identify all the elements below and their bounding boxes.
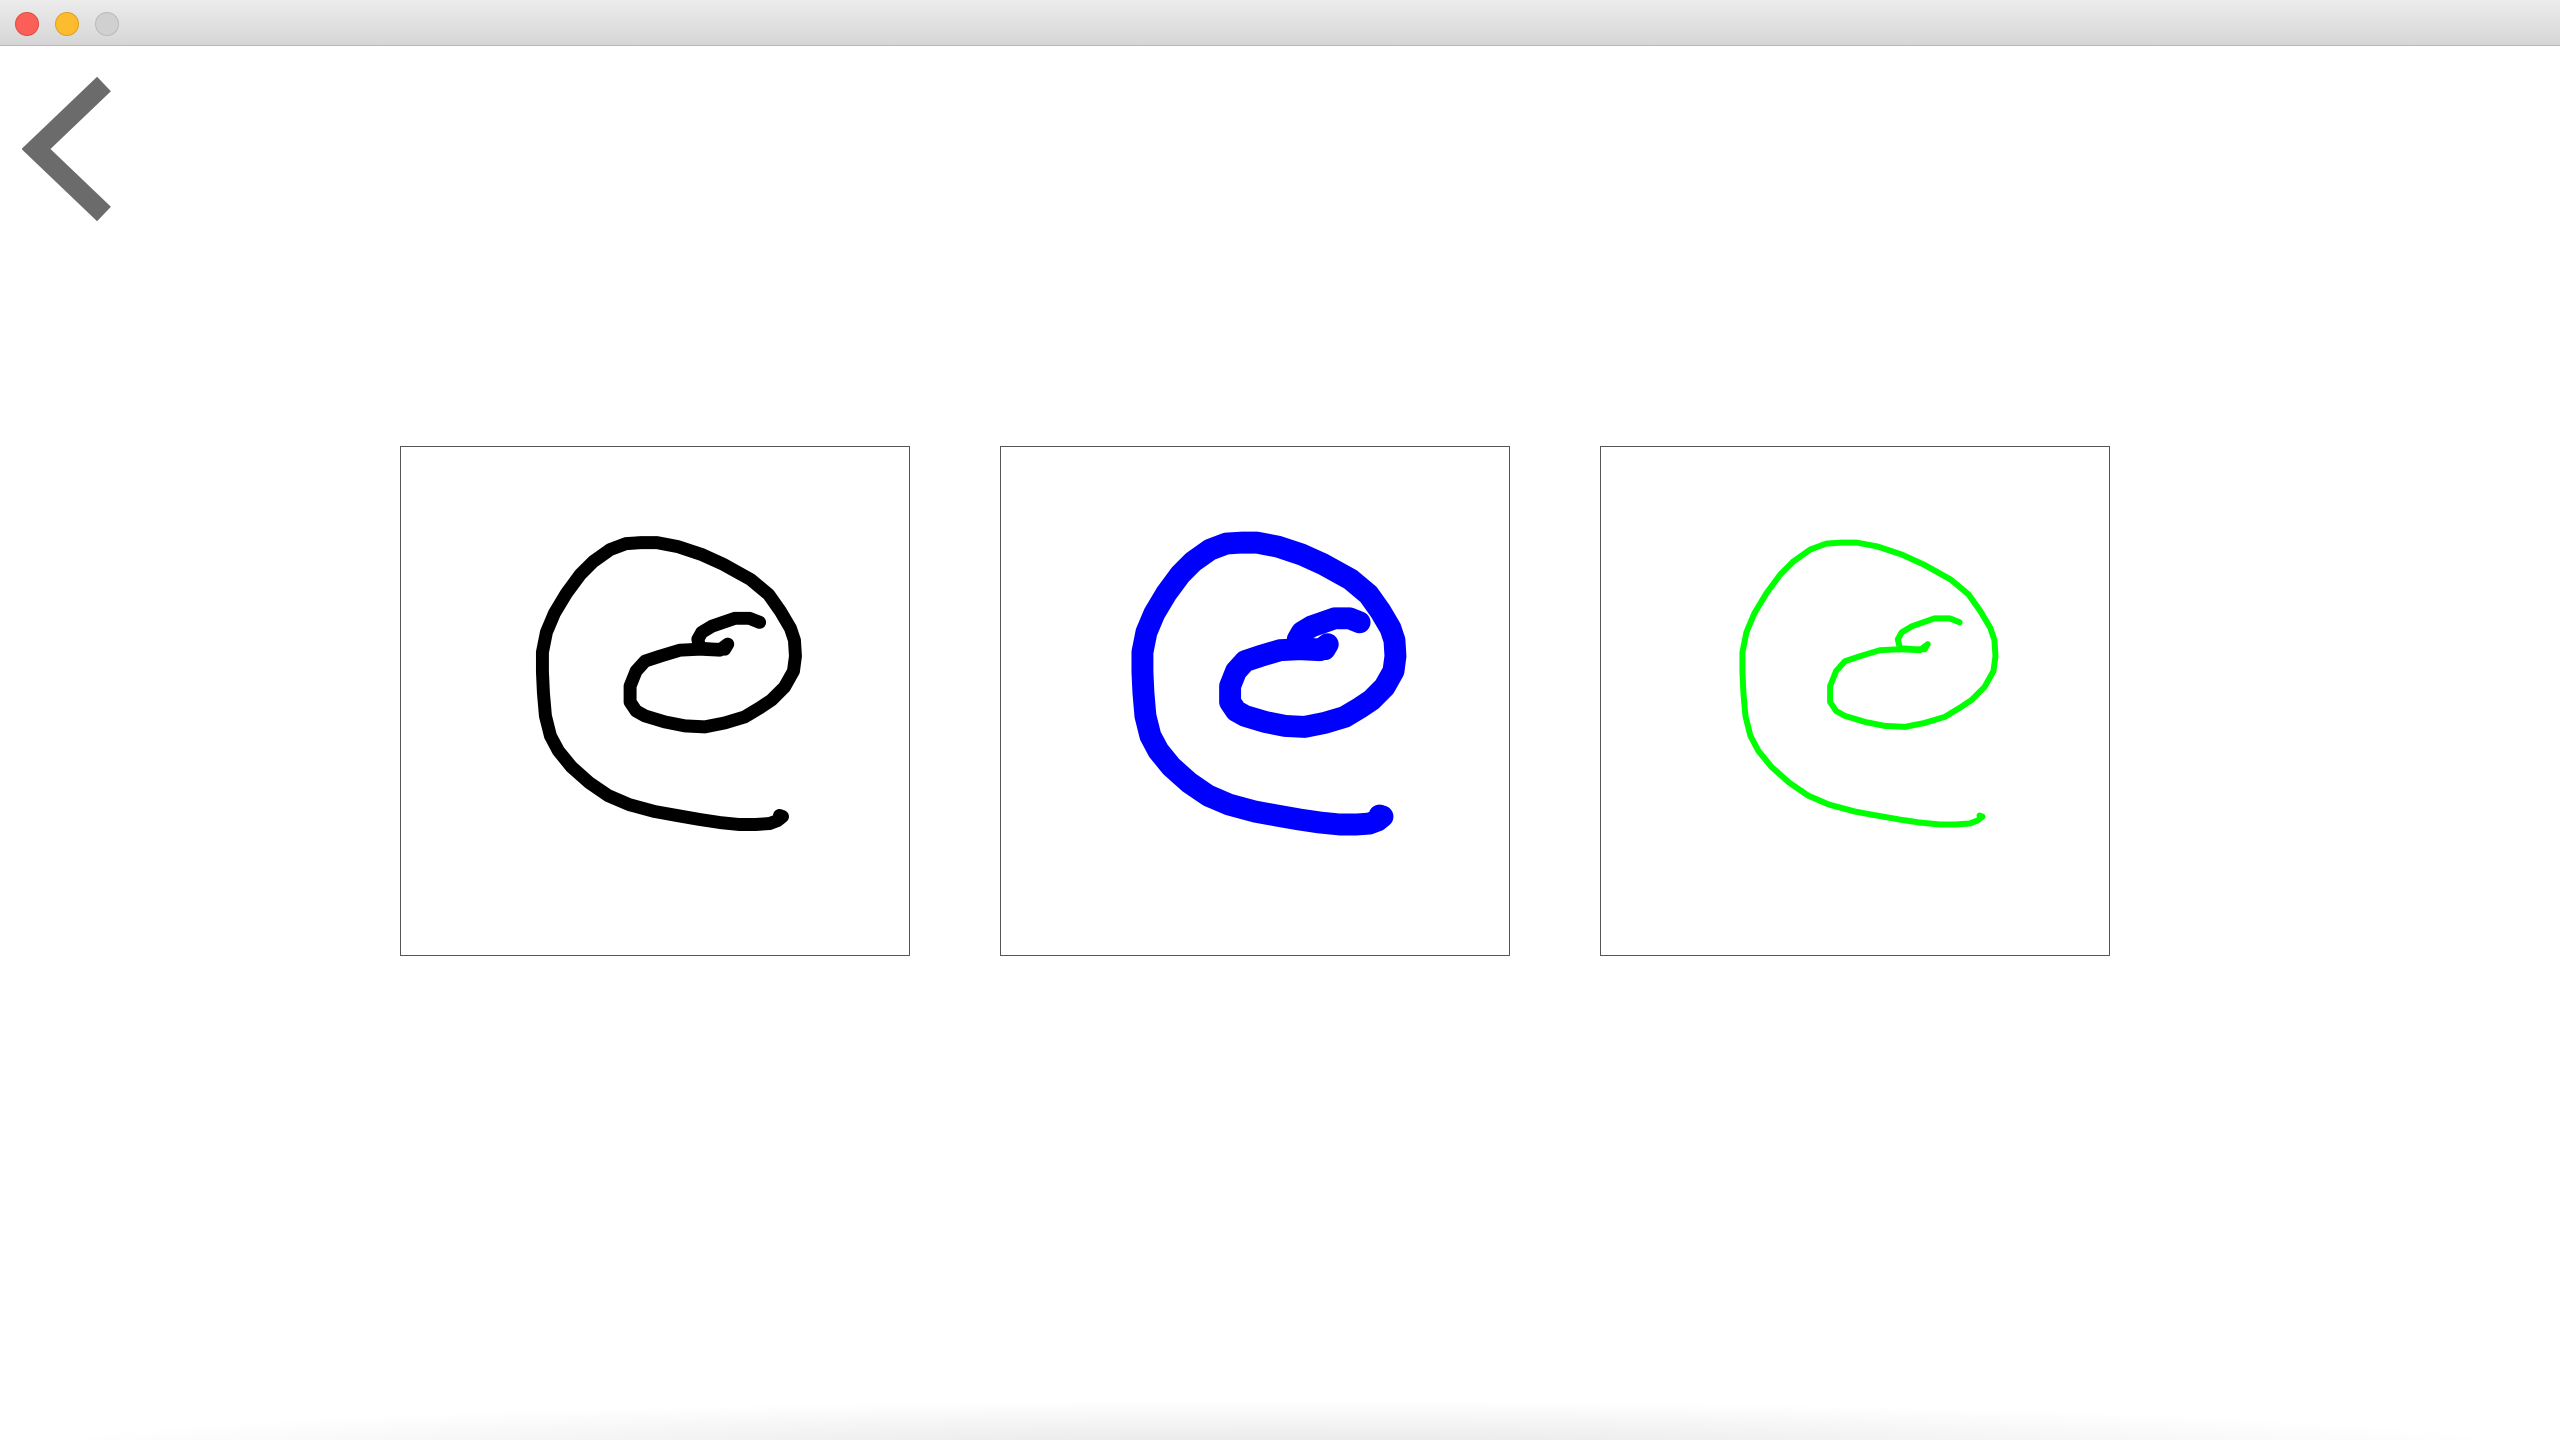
drawing-canvases bbox=[0, 446, 2560, 958]
back-button[interactable] bbox=[22, 74, 122, 224]
minimize-window-button[interactable] bbox=[55, 12, 79, 36]
main-content bbox=[0, 46, 2560, 1440]
zoom-window-button[interactable] bbox=[95, 12, 119, 36]
title-bar[interactable] bbox=[0, 0, 2560, 46]
app-window bbox=[0, 0, 2560, 1440]
spiral-stroke-blue bbox=[1131, 531, 1407, 836]
spiral-stroke-green bbox=[1739, 539, 1999, 828]
drawing-canvas-blue[interactable] bbox=[1000, 446, 1510, 956]
spiral-stroke-black bbox=[535, 536, 802, 831]
close-window-button[interactable] bbox=[15, 12, 39, 36]
chevron-left-icon bbox=[22, 76, 111, 222]
window-bottom-shadow bbox=[0, 1400, 2560, 1440]
drawing-canvas-black[interactable] bbox=[400, 446, 910, 956]
drawing-canvas-green[interactable] bbox=[1600, 446, 2110, 956]
